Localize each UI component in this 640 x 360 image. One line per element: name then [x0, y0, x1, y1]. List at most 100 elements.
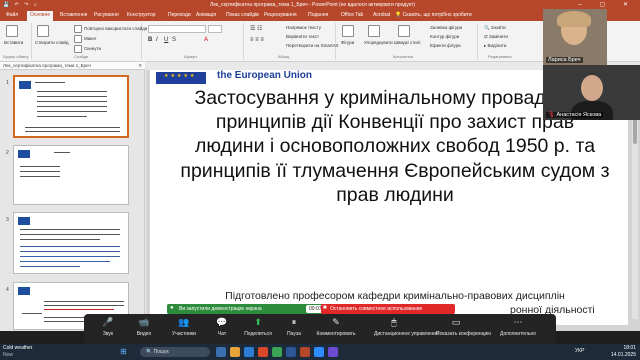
eu-flag-thumb-icon [18, 217, 30, 225]
quick-styles-icon [398, 25, 410, 37]
language-indicator[interactable]: УКР [575, 348, 584, 354]
more-button[interactable]: ⋯ Дополнительно [498, 317, 538, 343]
select-button[interactable]: ▸ Виділити [484, 43, 506, 49]
participants-icon: 👥 [178, 318, 190, 328]
video-button[interactable]: 📹 Видео [124, 317, 164, 343]
file-explorer-icon[interactable] [230, 347, 240, 357]
participant-hair [557, 11, 591, 27]
tab-design[interactable]: Конструктор [127, 12, 156, 18]
slide-author-line-1[interactable]: Підготовлено професором кафедри кримінал… [185, 290, 605, 302]
edge-icon[interactable] [244, 347, 254, 357]
video-tile-participant[interactable]: 🎙 Анастасія Яскова [543, 65, 640, 120]
new-slide-button[interactable] [37, 25, 51, 37]
tab-home[interactable]: Основне [27, 11, 54, 21]
font-color-button[interactable]: A [204, 37, 208, 43]
replace-label: Замінити [489, 34, 508, 39]
text-direction-button[interactable]: Напрямок тексту [286, 25, 321, 30]
document-tab[interactable]: Лек_сертифікатна програма_тема 1_Бреч ✕ [0, 62, 145, 70]
slide-thumbnails-pane: 1 2 3 4 [0, 70, 145, 331]
thumb-number: 3 [6, 217, 9, 223]
underline-button[interactable]: U [164, 37, 168, 43]
share-shield-icon: ● [170, 305, 174, 311]
windows-start-icon[interactable]: ⊞ [120, 347, 127, 356]
remote-control-button[interactable]: 🖱 Дистанционное управление [374, 317, 439, 343]
thumbnail-slide-2[interactable] [13, 145, 129, 205]
tab-office-tab[interactable]: Office Tab [341, 12, 363, 18]
chrome-icon[interactable] [272, 347, 282, 357]
search-placeholder: Пошук [153, 349, 169, 355]
tab-draw[interactable]: Рисування [94, 12, 119, 18]
tab-acrobat[interactable]: Acrobat [373, 12, 390, 18]
reuse-label: Повторно використати слайди [84, 26, 148, 32]
bullets-button[interactable]: ☰ ☷ [250, 25, 262, 32]
layout-label: Макет [84, 36, 97, 42]
pause-share-button[interactable]: ⏸ Пауза [274, 317, 314, 343]
weather-widget[interactable]: Cold weather Now [3, 345, 32, 358]
tab-animations[interactable]: Анімація [196, 12, 216, 18]
eu-stars-icon: ★★★★★ [164, 73, 197, 79]
paste-button[interactable] [6, 25, 20, 37]
app-icon[interactable] [328, 347, 338, 357]
eu-flag-thumb-icon [19, 81, 31, 89]
find-button[interactable]: 🔍 Знайти [484, 25, 506, 31]
quick-access-toolbar[interactable]: 💾 ↶ ↷ ⌂ [3, 2, 39, 8]
font-size-select[interactable] [208, 25, 222, 33]
shape-fill-button[interactable]: Заливка фігури [430, 25, 462, 30]
quick-styles-button[interactable] [398, 25, 412, 37]
align-text-button[interactable]: Вирівняти текст [286, 34, 319, 39]
tab-view[interactable]: Подання [308, 12, 328, 18]
powerpoint-icon[interactable] [300, 347, 310, 357]
document-tab-label: Лек_сертифікатна програма_тема 1_Бреч [3, 63, 91, 68]
tell-me-search[interactable]: 💡 Скажіть, що потрібно зробити [395, 12, 472, 18]
show-meeting-button[interactable]: ▭ Показать конференцию [436, 317, 491, 343]
zoom-icon[interactable] [314, 347, 324, 357]
video-tile-presenter[interactable]: Лариса Бреч [543, 9, 607, 65]
window-controls[interactable]: – ▢ ✕ [579, 1, 636, 8]
tab-file[interactable]: Файл [6, 12, 18, 18]
new-slide-label: Створити слайд [35, 40, 69, 45]
stop-share-button[interactable]: ■ Остановить совместное использование [321, 304, 455, 314]
chat-button[interactable]: 💬 Чат [202, 317, 242, 343]
participants-button[interactable]: 👥 Участники [164, 317, 204, 343]
align-text-label: Вирівняти текст [286, 34, 319, 39]
shapes-button[interactable] [342, 25, 356, 37]
app-icon[interactable] [258, 347, 268, 357]
layout-button[interactable]: Макет [74, 35, 97, 43]
taskview-icon[interactable] [216, 347, 226, 357]
audio-button[interactable]: 🎤 Звук [88, 317, 128, 343]
tab-transitions[interactable]: Переходи [168, 12, 191, 18]
taskbar-search[interactable]: 🔍 Пошук [140, 347, 210, 357]
shape-outline-button[interactable]: Контур фігури [430, 34, 459, 39]
smartart-button[interactable]: Перетворити на SmartArt [286, 43, 338, 48]
reset-button[interactable]: Скинути [74, 45, 101, 53]
align-buttons[interactable]: ≡ ≡ ≡ [250, 37, 264, 43]
thumbnail-slide-1[interactable] [13, 75, 129, 138]
replace-button[interactable]: ⇄ Замінити [484, 34, 508, 40]
window-title: Лек_сертифікатна програма_тема 1_Бреч - … [210, 2, 415, 8]
tab-insert[interactable]: Вставлення [60, 12, 87, 18]
microphone-icon: 🎤 [102, 318, 114, 328]
eu-flag-thumb-icon [18, 287, 30, 295]
text-direction-label: Напрямок тексту [286, 25, 322, 30]
thumb-number: 1 [6, 80, 9, 86]
reuse-slides-button[interactable]: Повторно використати слайди [74, 25, 147, 33]
share-button[interactable]: ⬆ Поделиться [238, 317, 278, 343]
arrange-button[interactable] [368, 25, 382, 37]
font-family-select[interactable] [148, 25, 206, 33]
bold-button[interactable]: B [148, 37, 152, 43]
thumbnail-slide-3[interactable] [13, 212, 129, 274]
tab-review[interactable]: Рецензування [264, 12, 297, 18]
system-clock[interactable]: 18:01 14.01.2025 [611, 345, 636, 358]
group-editing: 🔍 Знайти ⇄ Замінити ▸ Виділити Редагуван… [480, 23, 538, 59]
tab-slideshow[interactable]: Показ слайдів [226, 12, 259, 18]
group-label-slides: Слайди [74, 54, 89, 59]
word-icon[interactable] [286, 347, 296, 357]
shape-effects-button[interactable]: Ефекти фігури [430, 43, 461, 48]
reuse-icon [74, 25, 82, 33]
shadow-button[interactable]: S [172, 37, 176, 43]
share-screen-icon: ⬆ [254, 318, 262, 328]
close-tab-icon[interactable]: ✕ [138, 63, 142, 69]
paste-icon [6, 25, 18, 37]
italic-button[interactable]: I [156, 37, 158, 43]
annotate-button[interactable]: ✎ Комментировать [316, 317, 356, 343]
